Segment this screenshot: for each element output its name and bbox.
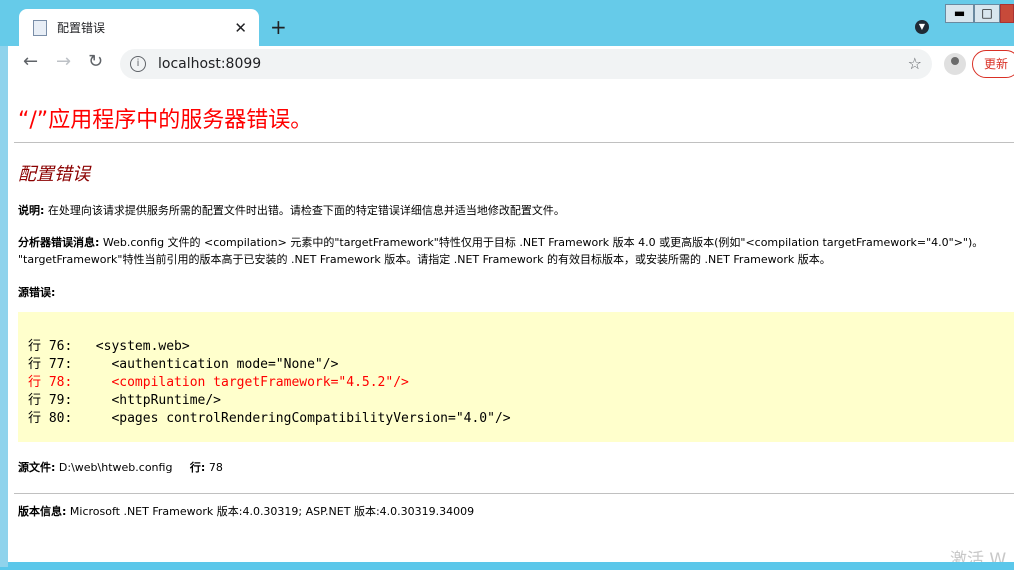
description: 说明: 在处理向该请求提供服务所需的配置文件时出错。请检查下面的特定错误详细信息… <box>18 202 565 218</box>
source-file-info: 源文件: D:\web\htweb.config 行: 78 <box>18 459 223 475</box>
new-tab-button[interactable]: + <box>270 15 287 39</box>
code-line: 行 79: <httpRuntime/> <box>28 393 222 408</box>
error-title: “/”应用程序中的服务器错误。 <box>18 108 313 133</box>
profile-avatar-icon[interactable] <box>944 53 966 75</box>
back-arrow-icon[interactable]: ← <box>23 51 38 72</box>
tab-search-icon[interactable]: ▼ <box>915 20 929 34</box>
line-label: 行: <box>189 461 206 474</box>
description-label: 说明: <box>18 204 45 217</box>
page-content: “/”应用程序中的服务器错误。 配置错误 说明: 在处理向该请求提供服务所需的配… <box>8 82 1014 562</box>
reload-icon[interactable]: ↻ <box>88 51 103 72</box>
url-text[interactable]: localhost:8099 <box>158 56 261 72</box>
window-minimize-button[interactable]: ▬ <box>945 4 974 23</box>
site-info-icon[interactable]: i <box>130 56 146 72</box>
source-error-label: 源错误: <box>18 284 55 300</box>
bookmark-star-icon[interactable]: ☆ <box>908 54 922 73</box>
parser-message: 分析器错误消息: Web.config 文件的 <compilation> 元素… <box>18 234 983 250</box>
page-favicon-icon <box>33 19 47 36</box>
source-code: 行 76: <system.web> 行 77: <authentication … <box>18 312 1014 428</box>
source-file-label: 源文件: <box>18 461 56 474</box>
version-info: 版本信息: Microsoft .NET Framework 版本:4.0.30… <box>18 503 474 519</box>
code-line: 行 77: <authentication mode="None"/> <box>28 357 339 372</box>
window-maximize-button[interactable]: □ <box>974 4 1000 23</box>
desktop-bottom-edge <box>8 562 1014 567</box>
code-line: 行 80: <pages controlRenderingCompatibili… <box>28 411 511 426</box>
source-error-label-text: 源错误: <box>18 286 56 299</box>
browser-toolbar: ← → ↻ i localhost:8099 ☆ 更新 <box>8 46 1014 82</box>
forward-arrow-icon[interactable]: → <box>56 51 71 72</box>
error-subtitle: 配置错误 <box>18 164 90 185</box>
browser-titlebar: 配置错误 ✕ + ▼ ▬ □ <box>0 0 1014 46</box>
line-value: 78 <box>208 461 223 474</box>
parser-line1: Web.config 文件的 <compilation> 元素中的"target… <box>102 236 984 249</box>
version-label: 版本信息: <box>18 505 67 518</box>
address-bar[interactable]: i localhost:8099 ☆ <box>120 49 932 79</box>
divider <box>14 142 1014 143</box>
parser-message-line2: "targetFramework"特性当前引用的版本高于已安装的 .NET Fr… <box>18 253 831 266</box>
version-text: Microsoft .NET Framework 版本:4.0.30319; A… <box>69 505 475 518</box>
description-text: 在处理向该请求提供服务所需的配置文件时出错。请检查下面的特定错误详细信息并适当地… <box>47 204 565 217</box>
code-line: 行 76: <system.web> <box>28 339 190 354</box>
parser-label: 分析器错误消息: <box>18 236 100 249</box>
divider <box>14 493 1014 494</box>
tab-close-icon[interactable]: ✕ <box>234 19 247 37</box>
update-button[interactable]: 更新 <box>972 50 1014 78</box>
desktop-edge <box>0 46 8 567</box>
source-file-value: D:\web\htweb.config <box>58 461 173 474</box>
tab-title: 配置错误 <box>57 21 106 35</box>
source-code-box: 行 76: <system.web> 行 77: <authentication … <box>18 312 1014 442</box>
window-close-button[interactable] <box>1000 4 1014 23</box>
code-line-error: 行 78: <compilation targetFramework="4.5.… <box>28 375 409 390</box>
browser-tab[interactable]: 配置错误 ✕ <box>19 9 259 46</box>
